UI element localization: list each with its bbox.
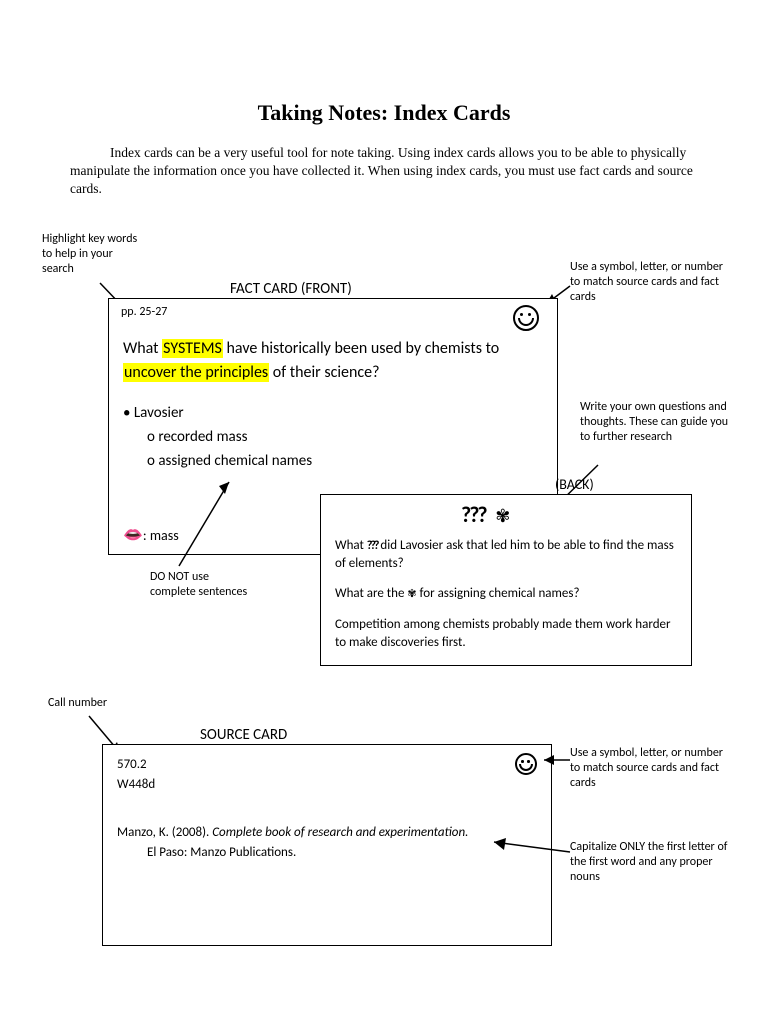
- source-citation: Manzo, K. (2008). Complete book of resea…: [117, 823, 537, 843]
- q-highlight1: SYSTEMS: [162, 339, 223, 358]
- scribble-icon-small: ✾: [407, 587, 416, 600]
- back-symbols: ??? ✾: [461, 501, 510, 528]
- callout-sentences: DO NOT use complete sentences: [150, 570, 250, 600]
- cite-text2: El Paso: Manzo Publications.: [117, 843, 537, 863]
- back-body: What ??? did Lavosier ask that led him t…: [335, 537, 677, 652]
- intro-paragraph: Index cards can be a very useful tool fo…: [70, 144, 698, 199]
- lips-icon: 👄: [123, 526, 143, 545]
- bullet-lavosier: Lavosier: [123, 401, 312, 425]
- mass-label: : mass: [143, 527, 179, 544]
- back-q3: Competition among chemists probably made…: [335, 616, 677, 652]
- smiley-icon-source: [515, 753, 537, 775]
- fact-card-back: ??? ✾ What ??? did Lavosier ask that led…: [320, 494, 692, 666]
- back-q2a: What are the: [335, 586, 407, 601]
- fact-pages: pp. 25-27: [121, 305, 167, 319]
- cite-italic: Complete book of research and experiment…: [212, 825, 468, 840]
- q-text: What: [123, 339, 162, 358]
- q-text2: have historically been used by chemists …: [223, 339, 499, 358]
- q-text3: of their science?: [269, 363, 379, 382]
- callout-thoughts: Write your own questions and thoughts. T…: [580, 400, 740, 445]
- source-card: 570.2 W448d Manzo, K. (2008). Complete b…: [102, 744, 552, 946]
- fact-card-heading: FACT CARD (FRONT): [230, 280, 352, 298]
- source-call1: 570.2: [117, 755, 155, 775]
- smiley-icon: [513, 305, 539, 331]
- fact-mass: 👄: mass: [123, 527, 179, 544]
- callout-match-bottom: Use a symbol, letter, or number to match…: [570, 746, 725, 791]
- scribble-icon: ✾: [495, 505, 510, 527]
- callout-capitalize: Capitalize ONLY the first letter of the …: [570, 840, 730, 885]
- back-card-heading: (BACK): [555, 476, 594, 493]
- callout-callnumber: Call number: [48, 696, 138, 711]
- source-card-heading: SOURCE CARD: [200, 726, 287, 744]
- callout-match-top: Use a symbol, letter, or number to match…: [570, 260, 725, 305]
- fact-question: What SYSTEMS have historically been used…: [123, 337, 517, 385]
- cite-text1: Manzo, K. (2008).: [117, 825, 212, 840]
- question-marks-icon-small: ???: [367, 539, 378, 553]
- subbullet-recorded: recorded mass: [123, 425, 312, 449]
- fact-list: Lavosier recorded mass assigned chemical…: [123, 401, 312, 473]
- question-marks-icon: ???: [461, 501, 486, 528]
- subbullet-assigned: assigned chemical names: [123, 449, 312, 473]
- back-q1b: did Lavosier ask that led him to be able…: [335, 538, 674, 571]
- page-title: Taking Notes: Index Cards: [60, 100, 708, 126]
- source-call2: W448d: [117, 775, 155, 795]
- back-q2b: for assigning chemical names?: [417, 586, 580, 601]
- callout-highlight: Highlight key words to help in your sear…: [42, 232, 142, 277]
- q-highlight2: uncover the principles: [123, 363, 269, 382]
- back-q1a: What: [335, 538, 367, 553]
